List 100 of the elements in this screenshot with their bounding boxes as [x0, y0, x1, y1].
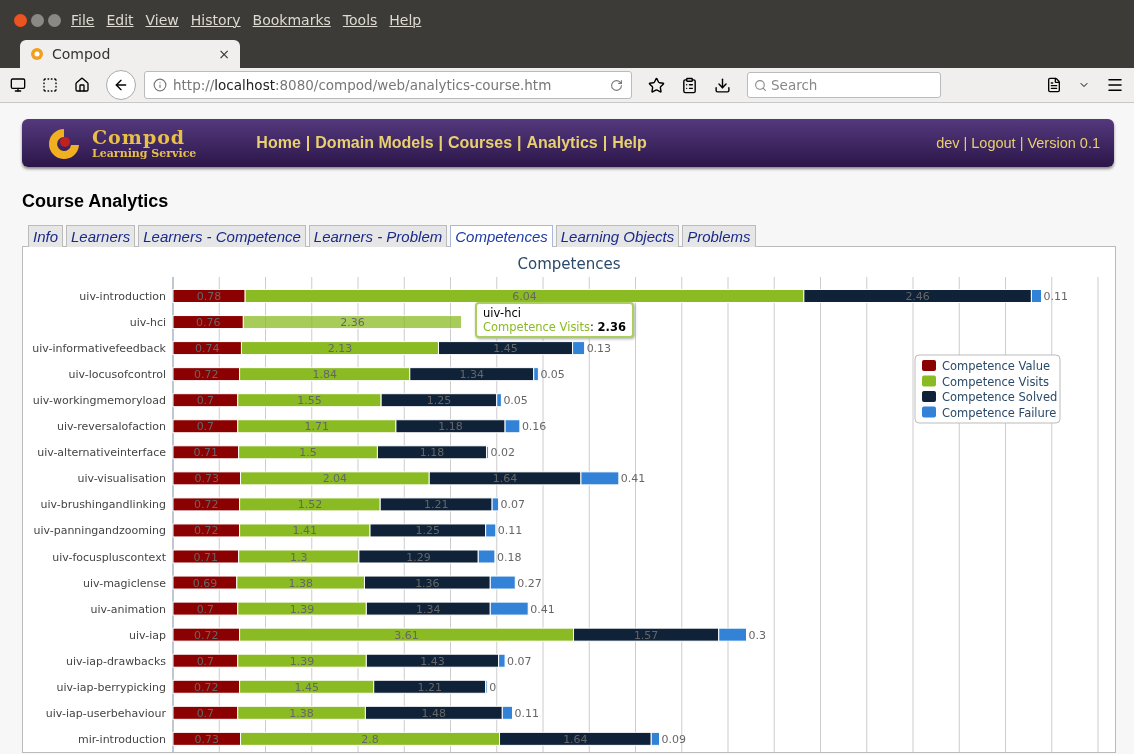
- bar[interactable]: [358, 549, 479, 564]
- bar[interactable]: [172, 315, 244, 330]
- bar[interactable]: [364, 705, 503, 720]
- data-label: 0.11: [514, 706, 539, 720]
- reload-icon[interactable]: [610, 78, 623, 92]
- bar[interactable]: [172, 367, 241, 382]
- tab[interactable]: Competences: [450, 225, 553, 247]
- bar[interactable]: [172, 731, 242, 746]
- bar[interactable]: [172, 445, 240, 460]
- bar[interactable]: [803, 289, 1032, 303]
- bar[interactable]: [364, 575, 491, 590]
- user-menu-link[interactable]: Version 0.1: [1027, 135, 1100, 151]
- bar[interactable]: [376, 445, 488, 460]
- nav-link[interactable]: Analytics: [526, 134, 598, 152]
- data-label: 1.29: [406, 550, 431, 564]
- bar[interactable]: [172, 653, 239, 668]
- bar[interactable]: [365, 601, 491, 616]
- bar[interactable]: [373, 679, 487, 694]
- menu-item[interactable]: Tools: [342, 12, 378, 28]
- download-icon[interactable]: [714, 76, 731, 94]
- separator: |: [305, 134, 311, 152]
- bar[interactable]: [172, 419, 239, 434]
- tab[interactable]: Learning Objects: [555, 225, 680, 247]
- category-label: uiv-iap-drawbacks: [65, 654, 166, 668]
- search-field[interactable]: Search: [747, 72, 941, 98]
- bar[interactable]: [172, 627, 241, 642]
- tooltip-title: uiv-hci: [483, 306, 522, 320]
- data-label: 1.57: [633, 628, 659, 642]
- bar[interactable]: [172, 705, 239, 720]
- bar[interactable]: [365, 653, 500, 668]
- tab[interactable]: Learners - Problem: [308, 225, 448, 247]
- menu-item[interactable]: File: [71, 12, 95, 28]
- tab[interactable]: Info: [28, 225, 64, 247]
- tab[interactable]: Problems: [682, 225, 756, 247]
- bar[interactable]: [172, 549, 240, 564]
- bar[interactable]: [172, 575, 238, 590]
- legend-label[interactable]: Competence Visits: [942, 374, 1050, 389]
- data-label: 1.43: [420, 654, 445, 668]
- window-icon[interactable]: [42, 77, 58, 93]
- bar[interactable]: [172, 497, 241, 512]
- bar[interactable]: [1030, 289, 1043, 303]
- info-icon[interactable]: [153, 78, 167, 92]
- category-label: uiv-iap-berrypicking: [56, 680, 166, 694]
- bar[interactable]: [369, 523, 487, 538]
- bar[interactable]: [172, 679, 241, 694]
- bar[interactable]: [409, 367, 535, 382]
- tab[interactable]: Learners - Competence: [138, 225, 306, 247]
- nav-link[interactable]: Courses: [448, 134, 513, 152]
- url-text: http://localhost:8080/compod/web/analytics-course.htm: [173, 77, 553, 93]
- user-menu-link[interactable]: Logout: [971, 135, 1016, 151]
- bar[interactable]: [395, 419, 506, 434]
- bar[interactable]: [172, 289, 246, 303]
- bar[interactable]: [172, 523, 241, 538]
- menu-item[interactable]: History: [190, 12, 241, 28]
- home-icon[interactable]: [74, 77, 90, 93]
- legend-label[interactable]: Competence Failure: [942, 405, 1057, 420]
- bar[interactable]: [438, 341, 574, 356]
- tab[interactable]: Learners: [66, 225, 136, 247]
- nav-link[interactable]: Help: [612, 134, 647, 152]
- nav-link[interactable]: Domain Models: [315, 134, 434, 152]
- menu-item[interactable]: Bookmarks: [252, 12, 331, 28]
- browser-tab[interactable]: Compod ×: [20, 40, 240, 68]
- monitor-icon[interactable]: [10, 77, 26, 93]
- url-field[interactable]: http://localhost:8080/compod/web/analytics-course.htm: [144, 71, 632, 99]
- data-label: 6.04: [512, 290, 537, 303]
- close-tab-button[interactable]: ×: [218, 46, 230, 62]
- menu-icon[interactable]: [1106, 76, 1124, 94]
- menu-item[interactable]: Help: [389, 12, 422, 28]
- bar[interactable]: [172, 601, 239, 616]
- menu-item[interactable]: View: [145, 12, 179, 28]
- legend-label[interactable]: Competence Value: [942, 359, 1051, 373]
- bar[interactable]: [172, 341, 242, 356]
- category-label: uiv-locusofcontrol: [68, 368, 166, 382]
- data-label: 2.46: [905, 290, 930, 303]
- data-label: 0.18: [496, 550, 522, 564]
- bar[interactable]: [428, 471, 582, 486]
- nav-link[interactable]: Home: [256, 134, 301, 152]
- bar[interactable]: [499, 731, 652, 746]
- minimize-window-button[interactable]: [31, 13, 44, 27]
- back-button[interactable]: [106, 70, 136, 100]
- menu-item[interactable]: Edit: [106, 12, 134, 28]
- data-label: 1.34: [459, 368, 484, 382]
- maximize-window-button[interactable]: [48, 13, 61, 27]
- bar[interactable]: [573, 627, 720, 642]
- data-label: 0.02: [490, 446, 515, 460]
- reader-icon[interactable]: [681, 76, 698, 94]
- bar[interactable]: [380, 393, 498, 408]
- data-label: 1.55: [297, 394, 322, 408]
- data-label: 0.74: [195, 342, 220, 356]
- legend-label[interactable]: Competence Solved: [942, 390, 1058, 404]
- data-label: 0.41: [530, 602, 555, 616]
- bar[interactable]: [172, 471, 242, 486]
- close-window-button[interactable]: [14, 13, 27, 27]
- data-label: 0.72: [194, 368, 219, 382]
- bar[interactable]: [379, 497, 493, 512]
- document-icon[interactable]: [1046, 77, 1062, 93]
- legend-swatch: [922, 375, 936, 387]
- bar[interactable]: [172, 393, 239, 408]
- user-menu-link[interactable]: dev: [936, 135, 960, 151]
- bookmark-star-icon[interactable]: [648, 76, 665, 94]
